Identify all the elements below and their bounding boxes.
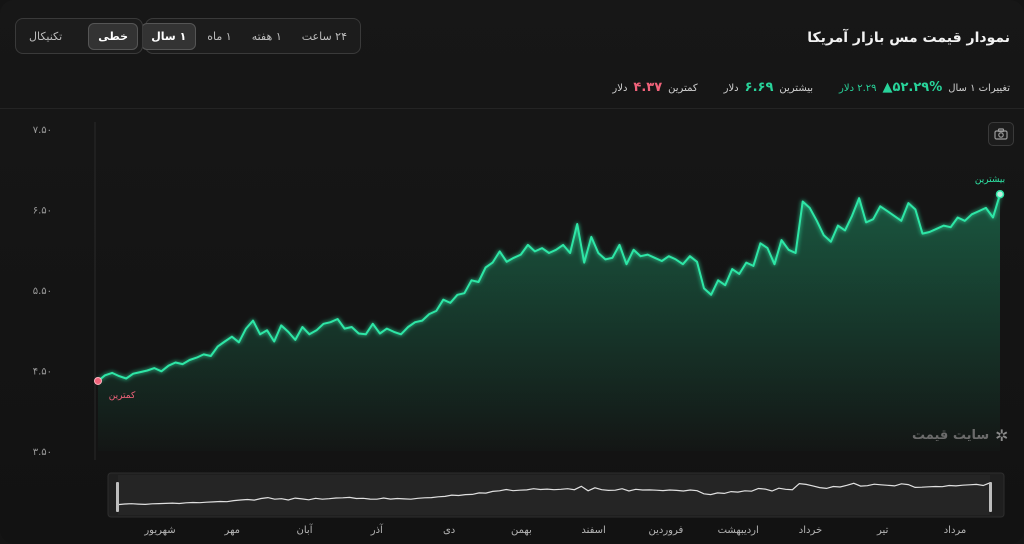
y-tick-label: ۴.۵۰	[33, 367, 52, 378]
max-unit: دلار	[723, 83, 739, 94]
low-marker	[94, 376, 102, 385]
high-marker	[995, 189, 1005, 199]
tab-line[interactable]: خطی	[88, 22, 138, 50]
tab-1month[interactable]: ۱ ماه	[198, 24, 240, 49]
chart-type-selector: خطی تکنیکال	[15, 18, 143, 54]
x-tick-label: خرداد	[799, 525, 822, 536]
page-title: نمودار قیمت مس بازار آمریکا	[807, 30, 1010, 46]
tab-technical[interactable]: تکنیکال	[20, 24, 71, 49]
x-tick-label: بهمن	[511, 525, 532, 536]
navigator-handle-right[interactable]	[989, 482, 992, 512]
min-label: کمترین	[668, 83, 698, 94]
x-tick-label: فروردین	[648, 525, 683, 536]
time-range-selector: ۲۴ ساعت ۱ هفته ۱ ماه ۱ سال	[141, 18, 361, 54]
price-area	[98, 194, 1000, 451]
change-label: تغییرات ۱ سال	[948, 83, 1010, 94]
x-tick-label: شهریور	[143, 525, 175, 536]
max-value: ۶.۶۹	[744, 80, 774, 95]
low-label: کمترین	[109, 391, 136, 401]
min-value: ۴.۳۷	[633, 80, 663, 95]
x-tick-label: دی	[443, 525, 455, 536]
y-tick-label: ۵.۵۰	[33, 286, 52, 297]
min-unit: دلار	[612, 83, 628, 94]
price-chart[interactable]: ۷.۵۰ ۶.۵۰ ۵.۵۰ ۴.۵۰ ۳.۵۰ بیشترین کمترین شهریو…	[0, 110, 1024, 544]
y-axis: ۷.۵۰ ۶.۵۰ ۵.۵۰ ۴.۵۰ ۳.۵۰	[33, 125, 52, 458]
y-tick-label: ۷.۵۰	[33, 125, 52, 136]
x-tick-label: اسفند	[581, 525, 605, 536]
watermark-text: سایت قیمت	[912, 428, 990, 443]
watermark: ✲ سایت قیمت	[912, 426, 1009, 445]
navigator-selection[interactable]	[118, 475, 990, 515]
header-divider	[0, 108, 1024, 109]
x-tick-label: آذر	[370, 523, 384, 536]
tab-1week[interactable]: ۱ هفته	[243, 24, 291, 49]
x-tick-label: مهر	[224, 525, 240, 536]
max-label: بیشترین	[779, 83, 814, 94]
tab-24h[interactable]: ۲۴ ساعت	[293, 24, 356, 49]
tab-1year[interactable]: ۱ سال	[141, 22, 197, 50]
x-tick-label: اردیبهشت	[718, 525, 759, 536]
change-absolute: ۲.۲۹ دلار	[839, 83, 877, 94]
price-stats: تغییرات ۱ سال ۵۲.۲۹%▲ ۲.۲۹ دلار بیشترین …	[612, 80, 1010, 95]
plot-area: بیشترین کمترین	[94, 175, 1005, 451]
high-label: بیشترین	[975, 175, 1005, 185]
range-navigator[interactable]	[107, 472, 1005, 518]
x-axis: شهریور مهر آبان آذر دی بهمن اسفند فروردین اردیبه…	[143, 523, 966, 536]
camera-icon[interactable]	[988, 122, 1014, 146]
y-tick-label: ۶.۵۰	[33, 206, 52, 217]
change-percent: ۵۲.۲۹%▲	[882, 80, 943, 95]
x-tick-label: تیر	[876, 525, 889, 536]
snowflake-icon: ✲	[995, 426, 1009, 445]
navigator-handle-left[interactable]	[116, 482, 119, 512]
x-tick-label: آبان	[297, 523, 314, 536]
camera-glyph	[994, 128, 1008, 140]
x-tick-label: مرداد	[944, 525, 967, 536]
y-tick-label: ۳.۵۰	[33, 447, 52, 458]
